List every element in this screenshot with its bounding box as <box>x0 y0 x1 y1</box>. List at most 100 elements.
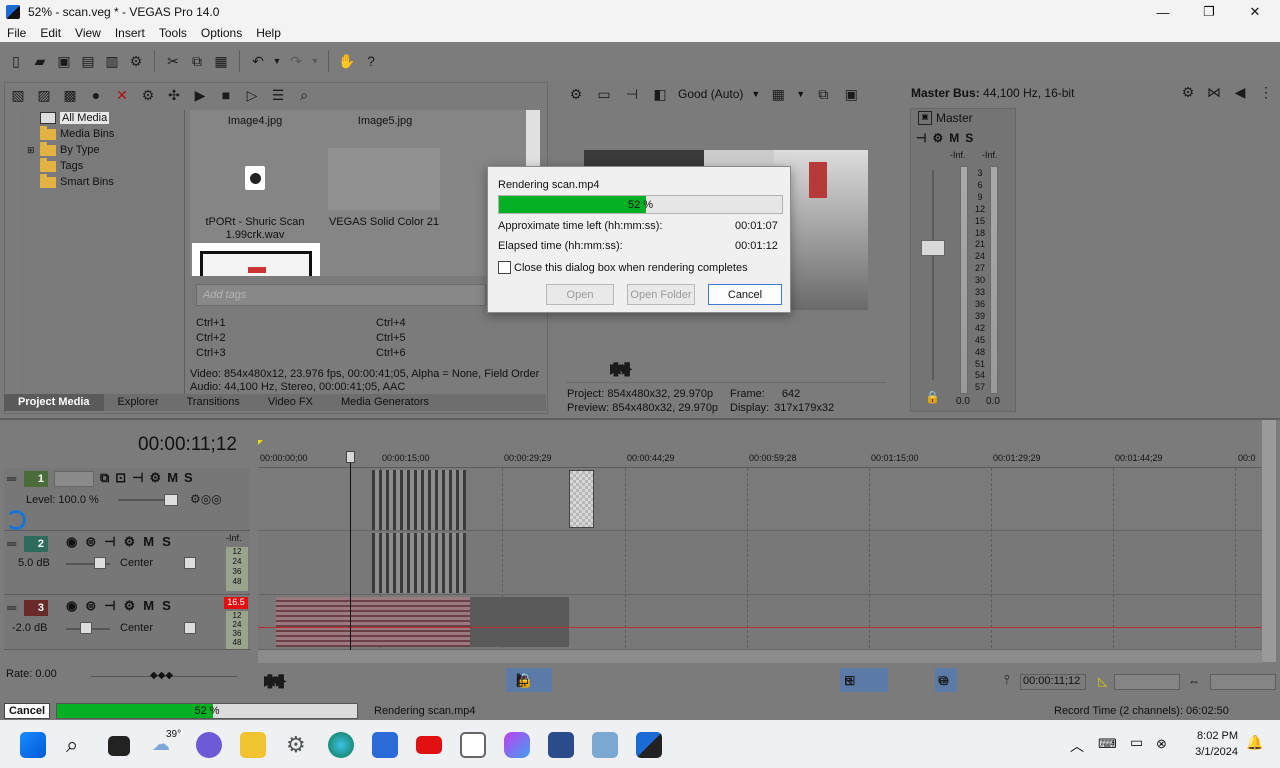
open-icon[interactable]: ▰ <box>30 51 50 71</box>
volume-slider-handle[interactable] <box>94 557 106 569</box>
timeline-ruler[interactable]: 00:00:00;00 00:00:15;00 00:00:29;29 00:0… <box>258 450 1262 468</box>
expand-icon[interactable]: ⊞ <box>27 145 36 156</box>
save-icon[interactable]: ▣ <box>54 51 74 71</box>
help-icon[interactable]: ? <box>361 51 381 71</box>
open-button[interactable]: Open <box>546 284 614 305</box>
collapse-icon[interactable]: ═ <box>7 600 16 615</box>
tree-media-bins[interactable]: Media Bins <box>40 125 114 140</box>
hand-icon[interactable]: ✋ <box>337 51 357 71</box>
region-start-field[interactable] <box>1114 674 1180 690</box>
track-fx-icon[interactable]: ⊣ <box>104 534 115 550</box>
search-icon[interactable]: ⌕ <box>294 85 314 105</box>
undo-dropdown-icon[interactable]: ▼ <box>272 51 282 71</box>
solo-button[interactable]: S <box>162 598 171 614</box>
tab-explorer[interactable]: Explorer <box>104 394 173 411</box>
get-media-icon[interactable]: ▩ <box>60 85 80 105</box>
tree-tags[interactable]: Tags <box>40 157 83 172</box>
master-fader-handle[interactable] <box>921 240 945 256</box>
next-frame-icon[interactable]: ❚▶ <box>264 672 287 689</box>
save-snapshot-icon[interactable]: ▣ <box>841 84 861 104</box>
edge-browser-icon[interactable] <box>328 732 354 758</box>
youtube-icon[interactable] <box>416 736 442 754</box>
pan-slider-handle[interactable] <box>184 557 196 569</box>
search-icon[interactable]: ⌕ <box>66 732 78 758</box>
master-fx-gear-icon[interactable]: ⚙ <box>932 131 943 145</box>
solid-color-clip[interactable] <box>569 470 594 528</box>
grid-icon[interactable]: ▦ <box>768 84 788 104</box>
tab-project-media[interactable]: Project Media <box>4 394 104 411</box>
open-folder-button[interactable]: Open Folder <box>627 284 695 305</box>
track-header-1[interactable]: ═ 1 ⧉ ⊡ ⊣ ⚙ M S Level: 100.0 % ⚙◎◎ <box>4 468 250 531</box>
copy-icon[interactable]: ⧉ <box>187 51 207 71</box>
copy-snapshot-icon[interactable]: ⧉ <box>813 84 833 104</box>
keyboard-icon[interactable]: ⌨ <box>1098 736 1117 752</box>
store-icon[interactable] <box>372 732 398 758</box>
paste-icon[interactable]: ▦ <box>211 51 231 71</box>
cut-icon[interactable]: ✂ <box>163 51 183 71</box>
master-properties-gear-icon[interactable]: ⚙ <box>1178 82 1198 102</box>
vegas-pro-active-icon[interactable] <box>636 732 662 758</box>
media-stop-icon[interactable]: ■ <box>216 85 236 105</box>
menu-file[interactable]: File <box>0 26 33 40</box>
menu-view[interactable]: View <box>68 26 108 40</box>
solo-button[interactable]: S <box>184 470 193 486</box>
thumb-solid-label[interactable]: VEGAS Solid Color 21 <box>328 216 440 228</box>
new-icon[interactable]: ▯ <box>6 51 26 71</box>
solo-button[interactable]: S <box>162 534 171 550</box>
track-fx-icon[interactable]: ⊣ <box>132 470 143 486</box>
next-frame-icon[interactable]: ❚▶ <box>610 360 633 377</box>
pan-slider-handle[interactable] <box>184 622 196 634</box>
volume-slider-handle[interactable] <box>80 622 92 634</box>
import-media-icon[interactable]: ▧ <box>8 85 28 105</box>
volume-envelope[interactable] <box>258 627 1262 628</box>
menu-help[interactable]: Help <box>249 26 288 40</box>
copilot-icon[interactable] <box>504 732 530 758</box>
menu-options[interactable]: Options <box>194 26 249 40</box>
globe-icon[interactable]: ● <box>86 85 106 105</box>
close-button[interactable]: ✕ <box>1232 0 1278 24</box>
box-app-icon[interactable] <box>548 732 574 758</box>
region-length-icon[interactable]: ⇔ <box>1188 674 1200 688</box>
collapse-icon[interactable]: ═ <box>7 536 16 551</box>
master-mute-button[interactable]: M <box>949 131 959 145</box>
track-motion-icon[interactable]: ⊡ <box>115 470 126 486</box>
mixer-icon[interactable]: ⋮ <box>1256 82 1276 102</box>
track-gear-icon[interactable]: ⚙ <box>150 470 162 486</box>
timeline-horizontal-scrollbar[interactable] <box>258 650 1262 663</box>
status-cancel-button[interactable]: Cancel <box>4 703 50 719</box>
clock-time[interactable]: 8:02 PM <box>1192 730 1238 742</box>
thumb-wav-label[interactable]: tPORt - Shuric Scan 1.99crk.wav <box>200 216 310 242</box>
track3-peak-clip[interactable]: 16.5 <box>224 597 248 609</box>
menu-edit[interactable]: Edit <box>33 26 68 40</box>
level-slider-handle[interactable] <box>164 494 178 506</box>
audio-clip-track3-tail[interactable] <box>470 597 569 647</box>
audio-file-icon[interactable] <box>245 166 265 190</box>
track-gear-icon[interactable]: ⚙ <box>124 598 136 614</box>
tab-transitions[interactable]: Transitions <box>173 394 254 411</box>
network-icon[interactable]: ⊗ <box>1156 736 1167 752</box>
vegas-app-icon[interactable] <box>592 732 618 758</box>
image-thumb[interactable] <box>192 243 320 276</box>
preview-quality-select[interactable]: Good (Auto) <box>678 87 743 101</box>
settings-gear-icon[interactable]: ⚙ <box>286 732 306 758</box>
undo-icon[interactable]: ↶ <box>248 51 268 71</box>
track-fx-icon[interactable]: ⊣ <box>104 598 115 614</box>
windows-start-icon[interactable] <box>20 732 46 758</box>
tree-smart-bins[interactable]: Smart Bins <box>40 173 114 188</box>
video-clip[interactable] <box>372 470 466 530</box>
save-as-icon[interactable]: ▤ <box>78 51 98 71</box>
thumb-image5-label[interactable]: Image5.jpg <box>335 115 435 127</box>
thumb-image4-label[interactable]: Image4.jpg <box>205 115 305 127</box>
file-explorer-icon[interactable] <box>240 732 266 758</box>
media-fx-icon[interactable]: ⚙ <box>138 85 158 105</box>
tree-all-media[interactable]: All Media <box>40 112 110 124</box>
mute-button[interactable]: M <box>143 598 154 614</box>
audio-clip-track2[interactable] <box>372 533 466 593</box>
playhead-handle[interactable] <box>346 451 355 463</box>
notification-icon[interactable]: 🔔 <box>1246 734 1263 751</box>
track-header-2[interactable]: ═ 2 ◉ ⊜ ⊣ ⚙ M S 5.0 dB Center -Inf. 12 24… <box>4 531 250 595</box>
minimize-button[interactable]: — <box>1140 0 1186 24</box>
tab-media-generators[interactable]: Media Generators <box>327 394 443 411</box>
redo-icon[interactable]: ↷ <box>286 51 306 71</box>
region-insert-icon[interactable]: ▯ <box>516 672 524 689</box>
